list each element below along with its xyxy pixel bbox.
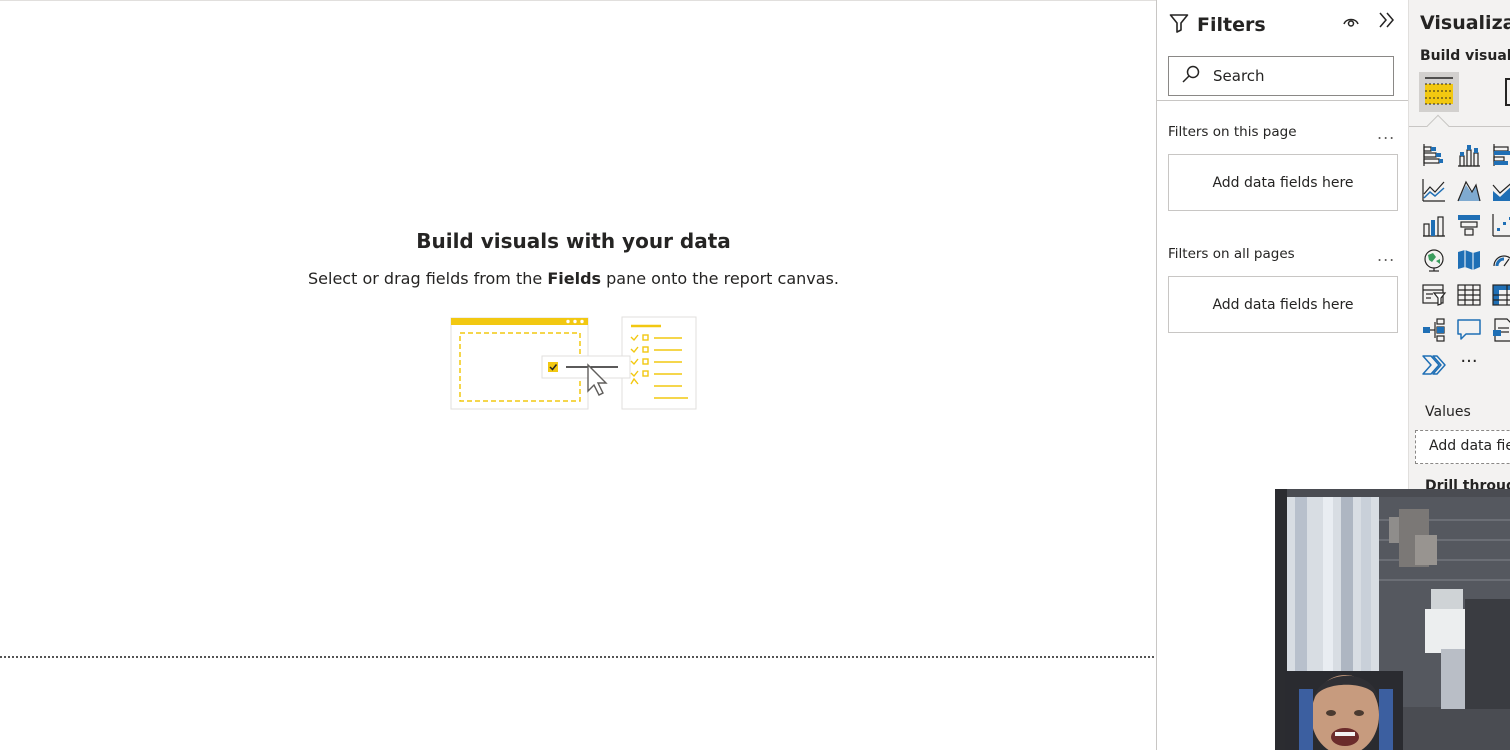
subtitle-text-1: Select or drag fields from the: [308, 269, 548, 288]
clustered-bar-chart-icon[interactable]: [1491, 142, 1510, 168]
area-chart-icon[interactable]: [1456, 177, 1482, 203]
visualizations-title: Visualizations: [1420, 12, 1510, 34]
divider: [1409, 126, 1510, 127]
tab-indicator: [1426, 114, 1450, 138]
table-icon[interactable]: [1456, 282, 1482, 308]
gauge-icon[interactable]: [1491, 247, 1510, 273]
stacked-bar-chart-icon[interactable]: [1421, 142, 1447, 168]
filters-all-pages-well[interactable]: Add data fields here: [1168, 276, 1398, 333]
paginated-report-icon[interactable]: [1491, 317, 1510, 343]
decomposition-tree-icon[interactable]: [1421, 317, 1447, 343]
divider: [1157, 100, 1409, 101]
slicer-icon[interactable]: [1421, 282, 1447, 308]
filter-icon: [1169, 13, 1189, 37]
search-icon: [1181, 64, 1201, 88]
format-visual-tab[interactable]: [1505, 78, 1510, 106]
filters-this-page-well[interactable]: Add data fields here: [1168, 154, 1398, 211]
page-boundary: [0, 656, 1154, 658]
filled-map-icon[interactable]: [1456, 247, 1482, 273]
scatter-chart-icon[interactable]: [1491, 212, 1510, 238]
matrix-icon[interactable]: [1491, 282, 1510, 308]
values-well[interactable]: Add data fields here: [1415, 430, 1510, 464]
eye-icon[interactable]: [1339, 10, 1363, 34]
qa-visual-icon[interactable]: [1456, 317, 1482, 343]
empty-state-illustration: [450, 316, 697, 410]
empty-state-title: Build visuals with your data: [416, 229, 731, 253]
map-icon[interactable]: [1421, 247, 1447, 273]
subtitle-bold-fields: Fields: [547, 269, 602, 288]
line-chart-icon[interactable]: [1421, 177, 1447, 203]
more-options-icon[interactable]: ...: [1377, 246, 1395, 265]
report-canvas[interactable]: Build visuals with your data Select or d…: [0, 0, 1156, 750]
subtitle-text-2: pane onto the report canvas.: [601, 269, 839, 288]
collapse-pane-icon[interactable]: [1375, 8, 1399, 32]
filters-search-box[interactable]: [1168, 56, 1394, 96]
webcam-video-image: [1275, 489, 1510, 750]
filters-header: Filters: [1169, 10, 1266, 40]
more-options-icon[interactable]: ...: [1377, 124, 1395, 143]
stacked-area-chart-icon[interactable]: [1491, 177, 1510, 203]
values-label: Values: [1425, 404, 1471, 420]
build-visual-tab[interactable]: [1419, 72, 1459, 112]
empty-state-subtitle: Select or drag fields from the Fields pa…: [0, 269, 1147, 288]
filters-this-page-label: Filters on this page: [1168, 124, 1297, 140]
ribbon-chart-icon[interactable]: [1421, 212, 1447, 238]
filters-title: Filters: [1197, 14, 1266, 36]
stacked-column-chart-icon[interactable]: [1456, 142, 1482, 168]
funnel-chart-icon[interactable]: [1456, 212, 1482, 238]
power-automate-icon[interactable]: [1421, 352, 1447, 378]
build-visual-label: Build visual: [1420, 48, 1510, 64]
filters-all-pages-label: Filters on all pages: [1168, 246, 1295, 262]
more-visuals-icon[interactable]: ···: [1456, 352, 1482, 378]
build-visual-icon: [1425, 77, 1453, 105]
search-input[interactable]: [1211, 66, 1381, 86]
webcam-overlay: [1275, 489, 1510, 750]
